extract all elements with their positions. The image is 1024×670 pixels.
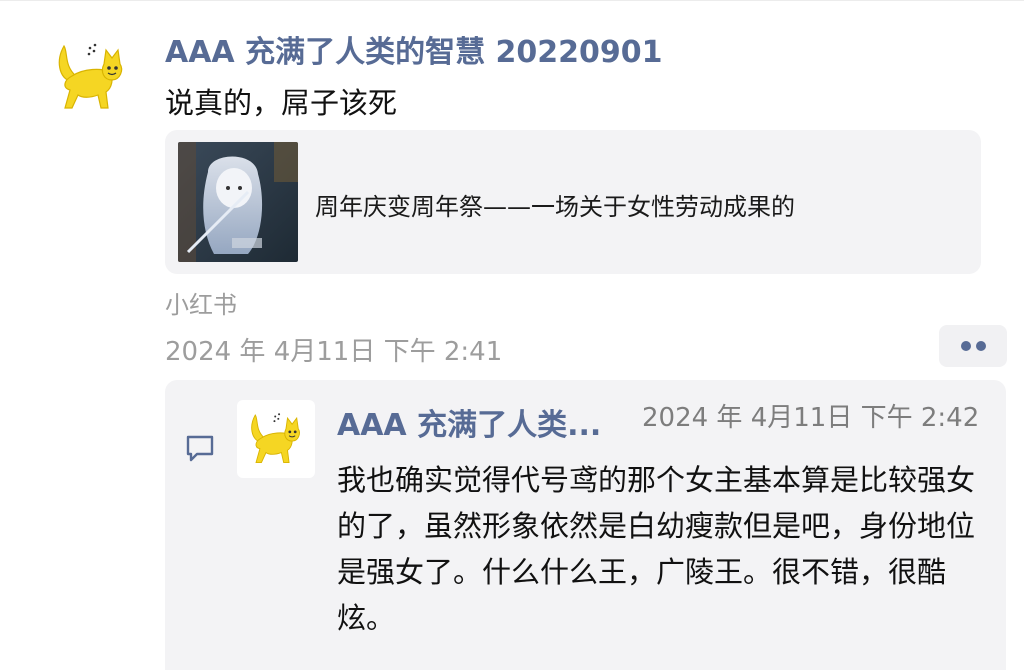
more-actions-button[interactable] — [939, 325, 1007, 367]
post-author-name[interactable]: AAA 充满了人类的智慧 20220901 — [165, 27, 663, 71]
shared-link-thumbnail — [178, 142, 298, 262]
comment-timestamp: 2024 年 4月11日 下午 2:42 — [642, 403, 980, 433]
more-dots-icon-dot — [976, 341, 986, 351]
comment-bubble-icon — [186, 435, 214, 462]
comment-author-name[interactable]: AAA 充满了人类... — [337, 400, 601, 444]
top-divider — [0, 0, 1024, 1]
shared-link-title: 周年庆变周年祭——一场关于女性劳动成果的 — [315, 193, 795, 221]
shared-link-card[interactable]: 周年庆变周年祭——一场关于女性劳动成果的 — [165, 130, 981, 274]
user-avatar[interactable] — [48, 38, 134, 114]
share-source-label[interactable]: 小红书 — [165, 285, 237, 320]
yellow-cat-icon — [58, 43, 123, 109]
post-text: 说真的，屌子该死 — [165, 86, 398, 120]
yellow-cat-icon — [251, 413, 300, 464]
post-timestamp: 2024 年 4月11日 下午 2:41 — [165, 337, 503, 367]
comments-section: AAA 充满了人类... 2024 年 4月11日 下午 2:42 我也确实觉得… — [165, 380, 1006, 670]
more-dots-icon — [961, 341, 971, 351]
commenter-avatar[interactable] — [237, 400, 315, 478]
comment-text[interactable]: 我也确实觉得代号鸢的那个女主基本算是比较强女的了，虽然形象依然是白幼瘦款但是吧，… — [337, 457, 997, 641]
